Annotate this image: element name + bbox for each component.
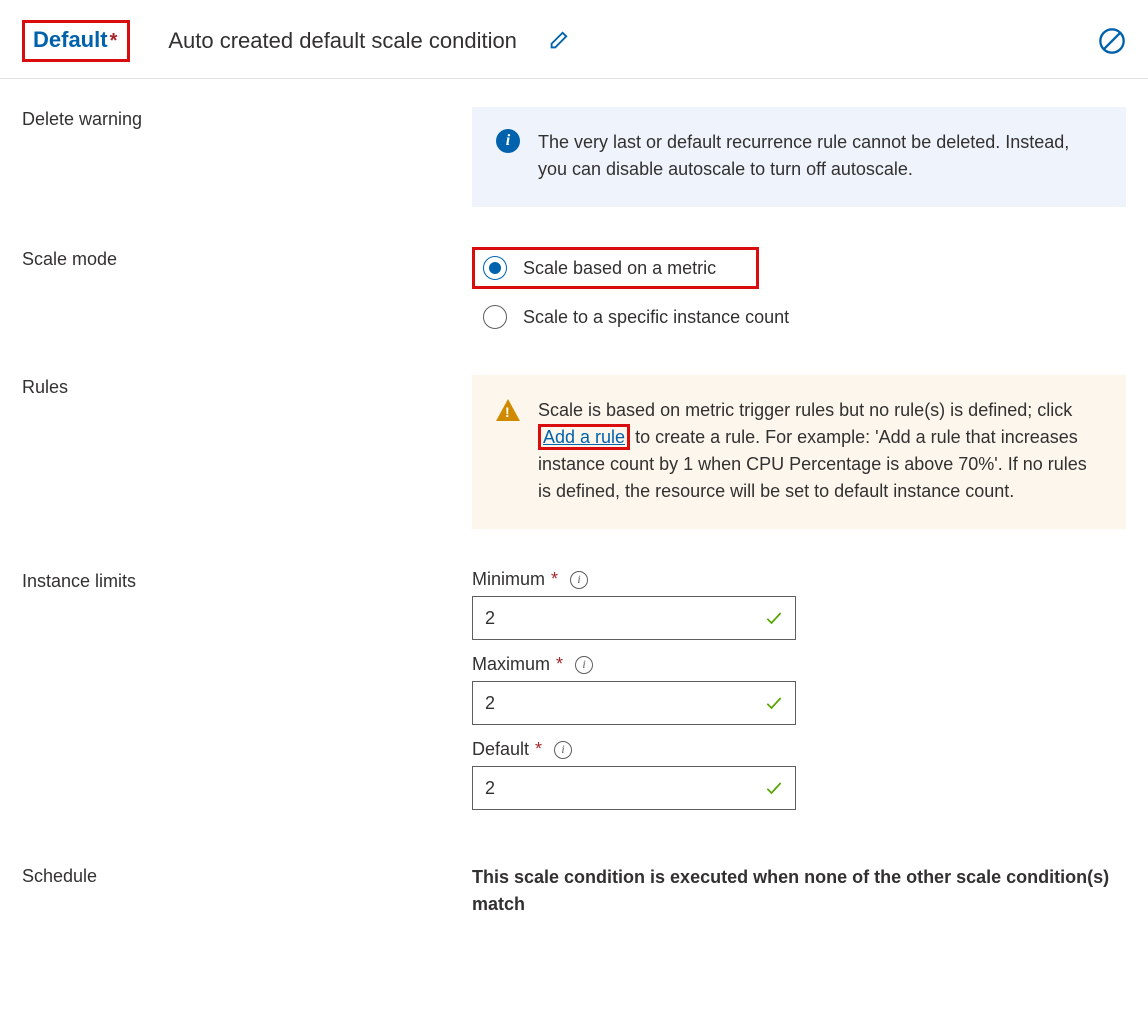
scale-mode-label: Scale mode bbox=[22, 247, 472, 270]
rules-label: Rules bbox=[22, 375, 472, 398]
checkmark-icon bbox=[764, 608, 784, 628]
scale-mode-count-radio[interactable] bbox=[483, 305, 507, 329]
condition-header: Default * Auto created default scale con… bbox=[0, 0, 1148, 79]
delete-disabled-icon[interactable] bbox=[1098, 27, 1126, 55]
minimum-input[interactable] bbox=[472, 596, 796, 640]
scale-mode-count-label: Scale to a specific instance count bbox=[523, 307, 789, 328]
warning-icon bbox=[496, 399, 520, 421]
schedule-text: This scale condition is executed when no… bbox=[472, 864, 1126, 918]
info-icon[interactable]: i bbox=[575, 656, 593, 674]
info-icon[interactable]: i bbox=[554, 741, 572, 759]
schedule-label: Schedule bbox=[22, 864, 472, 887]
default-input[interactable] bbox=[472, 766, 796, 810]
add-rule-link-highlight: Add a rule bbox=[538, 424, 630, 450]
checkmark-icon bbox=[764, 778, 784, 798]
delete-warning-text: The very last or default recurrence rule… bbox=[538, 129, 1096, 183]
checkmark-icon bbox=[764, 693, 784, 713]
minimum-label: Minimum bbox=[472, 569, 545, 590]
maximum-label: Maximum bbox=[472, 654, 550, 675]
add-rule-link[interactable]: Add a rule bbox=[543, 427, 625, 447]
condition-description: Auto created default scale condition bbox=[168, 28, 517, 54]
delete-warning-label: Delete warning bbox=[22, 107, 472, 130]
scale-mode-metric-radio[interactable] bbox=[483, 256, 507, 280]
maximum-input[interactable] bbox=[472, 681, 796, 725]
condition-name-highlight: Default * bbox=[22, 20, 130, 62]
info-icon[interactable]: i bbox=[570, 571, 588, 589]
rules-warning-box: Scale is based on metric trigger rules b… bbox=[472, 375, 1126, 529]
required-star: * bbox=[551, 569, 558, 590]
info-icon: i bbox=[496, 129, 520, 153]
instance-limits-label: Instance limits bbox=[22, 569, 472, 592]
edit-icon[interactable] bbox=[547, 30, 569, 52]
required-star: * bbox=[110, 30, 118, 53]
required-star: * bbox=[535, 739, 542, 760]
delete-warning-info: i The very last or default recurrence ru… bbox=[472, 107, 1126, 207]
condition-name[interactable]: Default bbox=[33, 27, 108, 53]
rules-warning-text: Scale is based on metric trigger rules b… bbox=[538, 397, 1096, 505]
required-star: * bbox=[556, 654, 563, 675]
rules-warning-pre: Scale is based on metric trigger rules b… bbox=[538, 400, 1072, 420]
scale-mode-metric-highlight: Scale based on a metric bbox=[472, 247, 759, 289]
default-label: Default bbox=[472, 739, 529, 760]
scale-mode-metric-label: Scale based on a metric bbox=[523, 258, 716, 279]
